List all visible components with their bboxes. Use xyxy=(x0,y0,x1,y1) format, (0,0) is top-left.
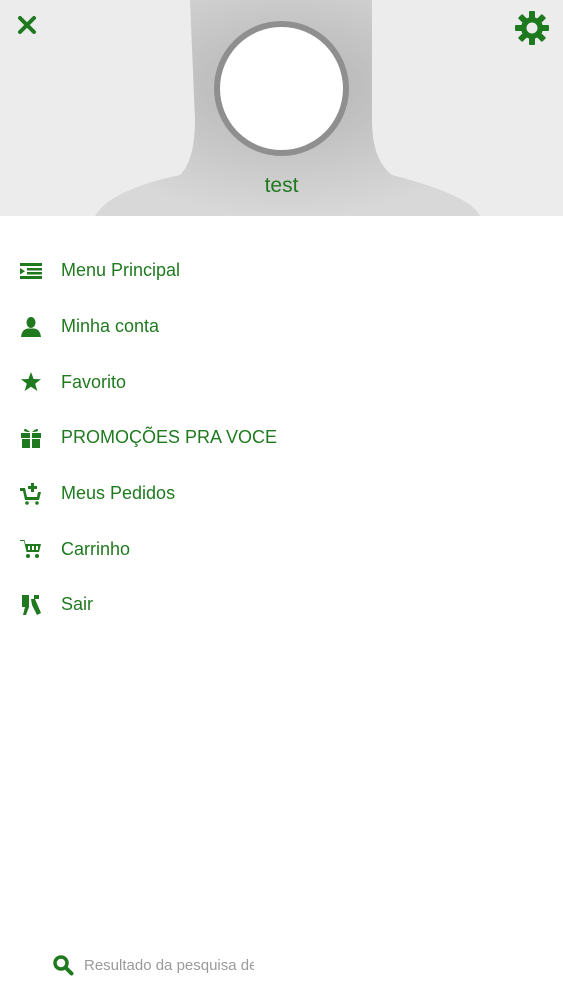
close-icon xyxy=(18,16,36,34)
cart-icon xyxy=(19,537,43,561)
basket-add-icon xyxy=(19,482,43,506)
menu-label: Sair xyxy=(61,594,94,615)
username-label: test xyxy=(264,174,299,197)
menu-label: Favorito xyxy=(61,371,127,392)
menu-label: Minha conta xyxy=(61,316,160,337)
search-icon[interactable] xyxy=(52,954,74,976)
menu-item-carrinho[interactable]: Carrinho xyxy=(0,521,563,577)
menu-item-promocoes[interactable]: PROMOÇÕES PRA VOCE xyxy=(0,410,563,466)
avatar[interactable] xyxy=(214,21,349,156)
search-bar xyxy=(52,952,262,978)
user-icon xyxy=(19,315,43,339)
side-menu: Menu Principal Minha conta Favorito PROM… xyxy=(0,243,563,633)
close-button[interactable] xyxy=(12,10,42,40)
menu-item-menu-principal[interactable]: Menu Principal xyxy=(0,243,563,299)
menu-item-meus-pedidos[interactable]: Meus Pedidos xyxy=(0,466,563,522)
profile-header: test xyxy=(0,0,563,216)
menu-label: PROMOÇÕES PRA VOCE xyxy=(61,427,278,448)
menu-label: Menu Principal xyxy=(61,260,181,281)
settings-button[interactable] xyxy=(513,9,551,47)
menu-item-minha-conta[interactable]: Minha conta xyxy=(0,299,563,355)
menu-label: Meus Pedidos xyxy=(61,483,176,504)
menu-item-favorito[interactable]: Favorito xyxy=(0,354,563,410)
exit-icon xyxy=(19,593,43,617)
search-input[interactable] xyxy=(84,956,254,974)
list-menu-icon xyxy=(19,259,43,283)
gift-icon xyxy=(19,426,43,450)
gear-icon xyxy=(515,11,549,45)
menu-label: Carrinho xyxy=(61,538,131,559)
star-icon xyxy=(19,370,43,394)
avatar-image xyxy=(220,27,343,150)
menu-item-sair[interactable]: Sair xyxy=(0,577,563,633)
